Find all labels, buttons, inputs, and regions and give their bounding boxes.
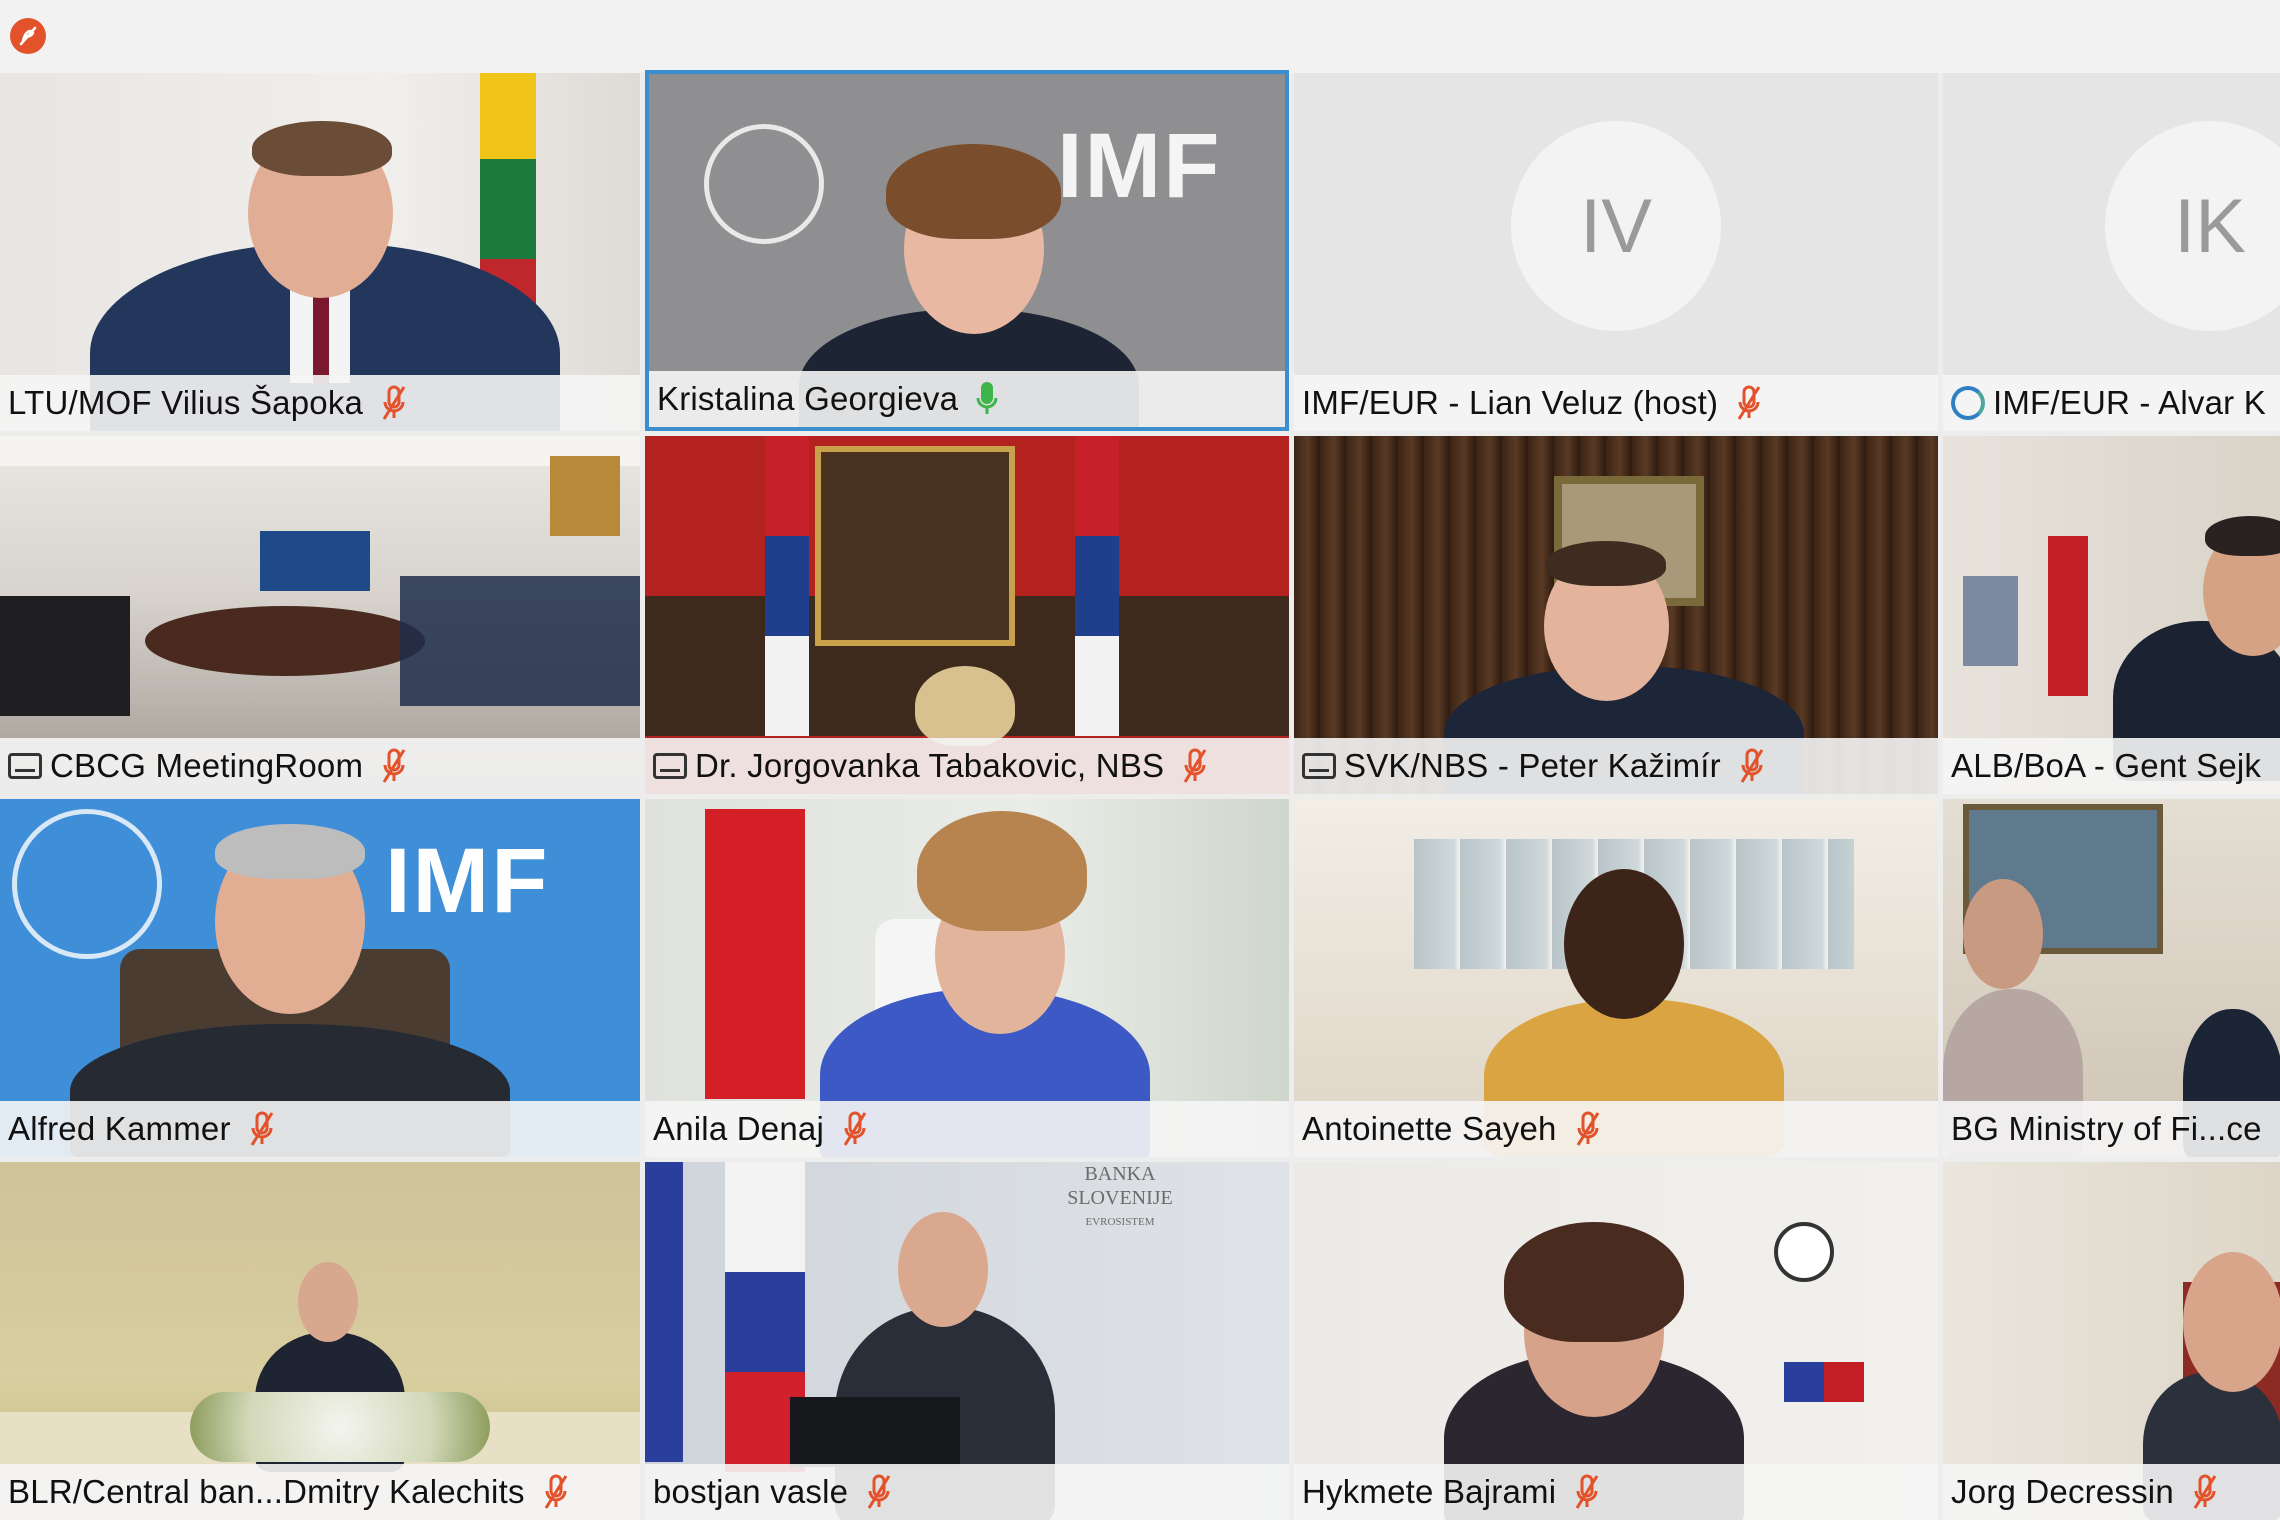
mic-muted-icon	[382, 748, 406, 783]
video-tile[interactable]: IV IMF/EUR - Lian Veluz (host)	[1294, 73, 1938, 431]
name-label: Jorg Decressin	[1943, 1464, 2280, 1520]
video-tile[interactable]: BG Ministry of Fi...ce	[1943, 799, 2280, 1157]
top-bar	[0, 0, 2280, 73]
name-label: IMF/EUR - Alvar K	[1943, 375, 2280, 431]
video-tile[interactable]: CBCG MeetingRoom	[0, 436, 640, 794]
participant-name: Antoinette Sayeh	[1302, 1110, 1557, 1147]
participant-name: BG Ministry of Fi...ce	[1951, 1110, 2262, 1147]
logo-icon[interactable]	[10, 18, 46, 54]
name-label: ALB/BoA - Gent Sejk	[1943, 738, 2280, 794]
mic-muted-icon	[1183, 748, 1207, 783]
mic-muted-icon	[1575, 1474, 1599, 1509]
name-label: Kristalina Georgieva	[649, 371, 1285, 427]
video-tile[interactable]: BANKA SLOVENIJE EVROSISTEM bostjan vasle	[645, 1162, 1289, 1520]
name-label: Alfred Kammer	[0, 1101, 640, 1157]
mic-muted-icon	[1740, 748, 1764, 783]
avatar: IK	[2105, 121, 2280, 331]
video-tile[interactable]: Dr. Jorgovanka Tabakovic, NBS	[645, 436, 1289, 794]
mic-active-icon	[976, 382, 998, 414]
participant-name: Anila Denaj	[653, 1110, 824, 1147]
name-label: IMF/EUR - Lian Veluz (host)	[1294, 375, 1938, 431]
room-icon	[1302, 753, 1336, 779]
name-label: Dr. Jorgovanka Tabakovic, NBS	[645, 738, 1289, 794]
video-tile[interactable]: IMF Alfred Kammer	[0, 799, 640, 1157]
mic-muted-icon	[867, 1474, 891, 1509]
participant-name: IMF/EUR - Alvar K	[1993, 384, 2266, 421]
video-tile[interactable]: LTU/MOF Vilius Šapoka	[0, 73, 640, 431]
name-label: BG Ministry of Fi...ce	[1943, 1101, 2280, 1157]
participant-name: Kristalina Georgieva	[657, 380, 959, 417]
mic-muted-icon	[1737, 385, 1761, 420]
participant-name: Alfred Kammer	[8, 1110, 231, 1147]
mic-muted-icon	[843, 1111, 867, 1146]
participant-name: BLR/Central ban...Dmitry Kalechits	[8, 1473, 525, 1510]
video-tile[interactable]: BLR/Central ban...Dmitry Kalechits	[0, 1162, 640, 1520]
video-tile[interactable]: IK IMF/EUR - Alvar K	[1943, 73, 2280, 431]
imf-backdrop-label: IMF	[1057, 115, 1222, 217]
globe-icon	[1951, 386, 1985, 420]
video-tile[interactable]: ALB/BoA - Gent Sejk	[1943, 436, 2280, 794]
name-label: CBCG MeetingRoom	[0, 738, 640, 794]
banka-slovenije-label: BANKA SLOVENIJE EVROSISTEM	[1067, 1163, 1173, 1228]
video-tile[interactable]: Antoinette Sayeh	[1294, 799, 1938, 1157]
name-label: Antoinette Sayeh	[1294, 1101, 1938, 1157]
mic-muted-icon	[2193, 1474, 2217, 1509]
name-label: SVK/NBS - Peter Kažimír	[1294, 738, 1938, 794]
mic-muted-icon	[544, 1474, 567, 1509]
participant-name: Jorg Decressin	[1951, 1473, 2174, 1510]
room-icon	[8, 753, 42, 779]
name-label: Hykmete Bajrami	[1294, 1464, 1938, 1520]
participant-name: bostjan vasle	[653, 1473, 849, 1510]
name-label: LTU/MOF Vilius Šapoka	[0, 375, 640, 431]
video-tile[interactable]: Anila Denaj	[645, 799, 1289, 1157]
participant-name: Dr. Jorgovanka Tabakovic, NBS	[695, 747, 1165, 784]
mic-muted-icon	[382, 385, 406, 420]
mic-muted-icon	[250, 1111, 273, 1146]
participant-name: LTU/MOF Vilius Šapoka	[8, 384, 364, 421]
video-tile-active-speaker[interactable]: IMF Kristalina Georgieva	[645, 70, 1289, 431]
mic-muted-icon	[1576, 1111, 1599, 1146]
name-label: Anila Denaj	[645, 1101, 1289, 1157]
imf-backdrop-label: IMF	[385, 830, 550, 932]
avatar: IV	[1511, 121, 1721, 331]
video-grid: LTU/MOF Vilius Šapoka IMF Kristalina Geo…	[0, 70, 2280, 1520]
participant-name: SVK/NBS - Peter Kažimír	[1344, 747, 1721, 784]
participant-name: IMF/EUR - Lian Veluz (host)	[1302, 384, 1719, 421]
name-label: bostjan vasle	[645, 1464, 1289, 1520]
imf-seal-icon	[704, 124, 824, 244]
room-icon	[653, 753, 687, 779]
participant-name: CBCG MeetingRoom	[50, 747, 364, 784]
name-label: BLR/Central ban...Dmitry Kalechits	[0, 1464, 640, 1520]
video-tile[interactable]: Jorg Decressin	[1943, 1162, 2280, 1520]
video-tile[interactable]: Hykmete Bajrami	[1294, 1162, 1938, 1520]
participant-name: ALB/BoA - Gent Sejk	[1951, 747, 2262, 784]
imf-seal-icon	[12, 809, 162, 959]
participant-name: Hykmete Bajrami	[1302, 1473, 1557, 1510]
video-tile[interactable]: SVK/NBS - Peter Kažimír	[1294, 436, 1938, 794]
